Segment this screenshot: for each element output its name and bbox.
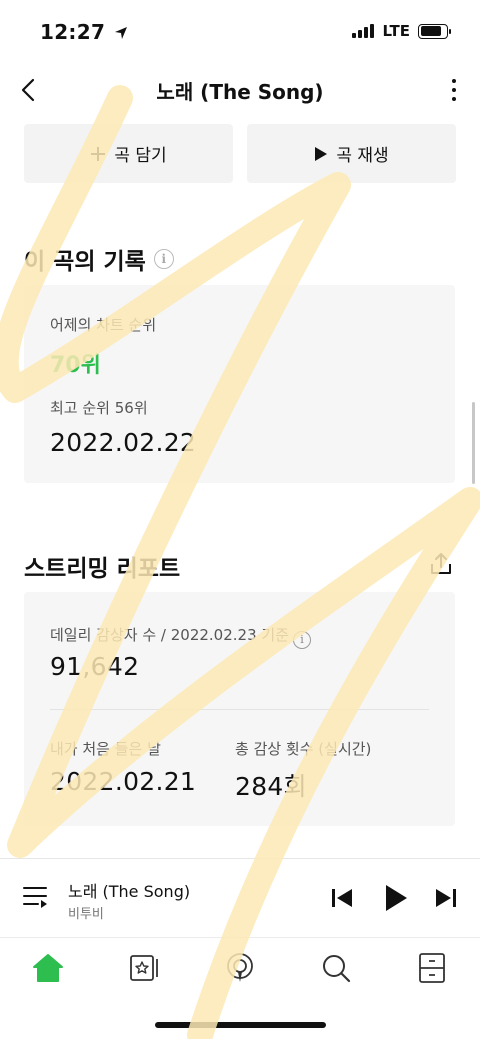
status-right: LTE: [352, 22, 451, 40]
daily-listeners-label: 데일리 감상자 수 / 2022.02.23 기준 i: [50, 624, 311, 649]
tab-home[interactable]: [28, 948, 68, 988]
record-section-title: 이 곡의 기록 i: [24, 242, 174, 276]
play-song-button[interactable]: 곡 재생: [247, 124, 456, 183]
peak-rank-date: 2022.02.22: [50, 428, 197, 457]
tab-library[interactable]: [124, 948, 164, 988]
plus-icon: [91, 146, 106, 161]
tab-podcast[interactable]: [220, 948, 260, 988]
podcast-icon: [227, 953, 253, 982]
network-label: LTE: [382, 22, 410, 40]
report-title-text: 스트리밍 리포트: [24, 556, 181, 582]
more-vertical-icon: [452, 79, 456, 83]
skip-previous-icon: [332, 889, 352, 907]
nav-bar: 노래 (The Song): [0, 62, 480, 118]
home-indicator: [155, 1022, 326, 1028]
play-song-label: 곡 재생: [336, 146, 389, 166]
total-plays-label: 총 감상 횟수 (실시간): [235, 740, 372, 758]
play-button[interactable]: [378, 881, 414, 915]
play-icon: [315, 146, 328, 161]
add-song-label: 곡 담기: [114, 146, 167, 166]
signal-icon: [352, 24, 375, 38]
page-title: 노래 (The Song): [156, 80, 324, 104]
search-icon: [323, 955, 351, 983]
tab-storage[interactable]: [412, 948, 452, 988]
skip-next-icon: [436, 889, 456, 907]
first-listen-label: 내가 처음 들은 날: [50, 740, 161, 758]
report-card: 데일리 감상자 수 / 2022.02.23 기준 i 91,642 내가 처음 …: [24, 592, 455, 826]
storage-icon: [419, 953, 445, 983]
library-icon: [130, 955, 158, 981]
yesterday-rank-value: 70위: [50, 353, 101, 378]
report-section-title: 스트리밍 리포트: [24, 549, 180, 583]
record-card: 어제의 차트 순위 70위 최고 순위 56위 2022.02.22: [24, 285, 455, 483]
location-arrow-icon: [115, 27, 128, 39]
mini-player[interactable]: 노래 (The Song) 비투비: [0, 858, 480, 936]
mini-player-artist[interactable]: 비투비: [68, 903, 104, 922]
first-listen-value: 2022.02.21: [50, 767, 197, 796]
battery-icon: [418, 23, 451, 39]
total-plays-value: 284회: [235, 772, 307, 801]
info-icon[interactable]: i: [153, 249, 174, 269]
playlist-icon[interactable]: [22, 885, 50, 911]
yesterday-rank-label: 어제의 차트 순위: [50, 316, 157, 334]
share-button[interactable]: [428, 551, 454, 577]
add-song-button[interactable]: 곡 담기: [24, 124, 233, 183]
info-icon[interactable]: i: [292, 630, 311, 649]
tab-search[interactable]: [316, 948, 356, 988]
divider: [50, 709, 429, 710]
previous-button[interactable]: [324, 881, 360, 915]
status-bar: 12:27 LTE: [0, 0, 480, 62]
mini-player-title[interactable]: 노래 (The Song): [68, 878, 190, 902]
scrollbar[interactable]: [472, 402, 475, 484]
home-icon: [33, 954, 63, 982]
more-button[interactable]: [444, 72, 464, 108]
peak-rank-label: 최고 순위 56위: [50, 399, 148, 417]
next-button[interactable]: [428, 881, 464, 915]
status-time: 12:27: [40, 20, 128, 44]
daily-listeners-value: 91,642: [50, 652, 140, 681]
record-title-text: 이 곡의 기록: [24, 249, 146, 275]
play-icon: [386, 885, 407, 911]
share-icon: [431, 553, 451, 574]
